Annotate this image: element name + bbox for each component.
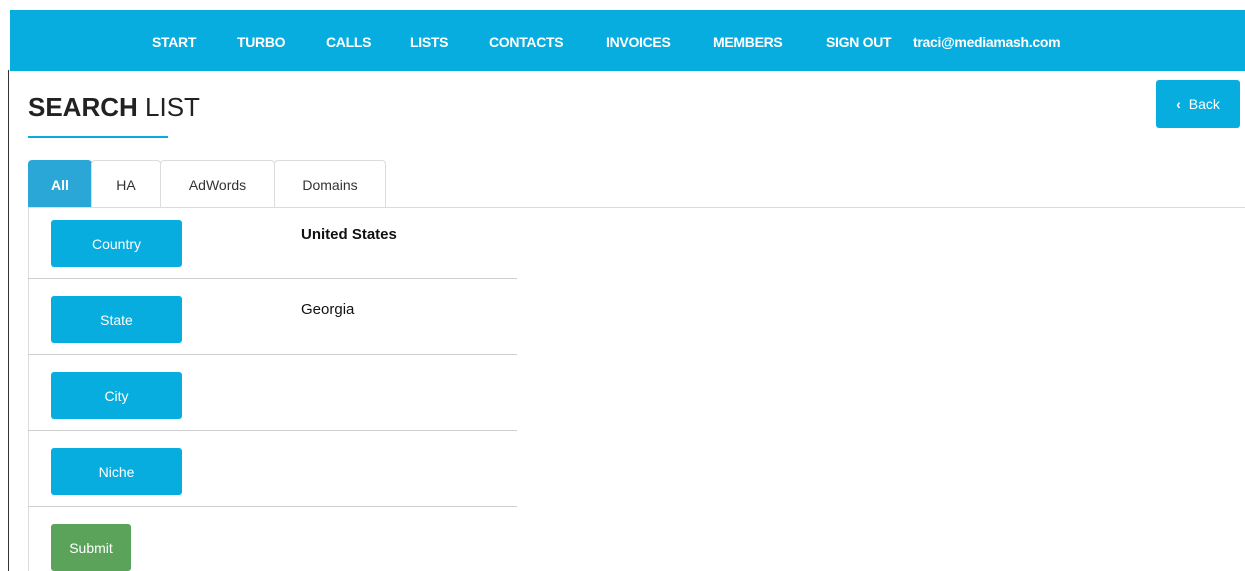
nav-contacts[interactable]: CONTACTS <box>489 34 564 50</box>
submit-button[interactable]: Submit <box>51 524 131 571</box>
tab-all[interactable]: All <box>28 160 92 208</box>
nav-calls[interactable]: CALLS <box>326 34 371 50</box>
tab-domains[interactable]: Domains <box>274 160 386 208</box>
nav-members[interactable]: MEMBERS <box>713 34 783 50</box>
chevron-left-icon: ‹ <box>1176 96 1181 112</box>
nav-lists[interactable]: LISTS <box>410 34 448 50</box>
back-button[interactable]: ‹ Back <box>1156 80 1240 128</box>
nav-invoices[interactable]: INVOICES <box>606 34 671 50</box>
city-button[interactable]: City <box>51 372 182 419</box>
state-button[interactable]: State <box>51 296 182 343</box>
row-divider <box>28 278 517 279</box>
nav-start[interactable]: START <box>152 34 196 50</box>
page-title-light: LIST <box>137 92 200 122</box>
tab-ha[interactable]: HA <box>91 160 161 208</box>
row-divider <box>28 354 517 355</box>
country-button[interactable]: Country <box>51 220 182 267</box>
back-button-label: Back <box>1188 96 1220 112</box>
state-value: Georgia <box>301 301 355 318</box>
left-edge-line <box>8 70 9 571</box>
row-divider <box>28 430 517 431</box>
tab-adwords[interactable]: AdWords <box>160 160 275 208</box>
row-divider <box>28 506 517 507</box>
country-value: United States <box>301 226 397 243</box>
page-title: SEARCH LIST <box>28 92 200 123</box>
top-navbar: START TURBO CALLS LISTS CONTACTS INVOICE… <box>10 10 1245 71</box>
user-email[interactable]: traci@mediamash.com <box>913 34 1061 50</box>
page-title-bold: SEARCH <box>28 92 138 122</box>
niche-button[interactable]: Niche <box>51 448 182 495</box>
title-underline <box>28 136 168 138</box>
nav-turbo[interactable]: TURBO <box>237 34 286 50</box>
nav-sign-out[interactable]: SIGN OUT <box>826 34 892 50</box>
search-panel <box>28 207 1245 571</box>
